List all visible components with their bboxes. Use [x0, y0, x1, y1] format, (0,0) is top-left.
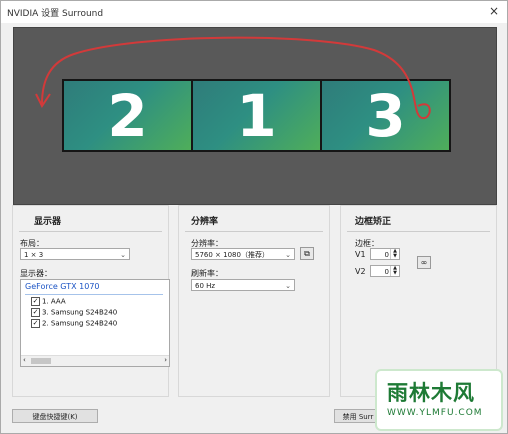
checkbox-checked-icon[interactable]: ✓	[31, 297, 40, 306]
watermark-url: WWW.YLMFU.COM	[387, 408, 483, 418]
list-item-label: 2. Samsung S24B240	[42, 319, 118, 328]
panel-title: 分辨率	[191, 217, 219, 227]
panel-title: 边框矫正	[355, 217, 392, 227]
displays-list[interactable]: GeForce GTX 1070 ✓ 1. AAA ✓ 3. Samsung S24…	[20, 279, 170, 367]
divider	[19, 231, 162, 232]
v1-value: 0	[384, 251, 389, 259]
panel-title: 显示器	[34, 217, 62, 227]
refresh-value: 60 Hz	[195, 282, 216, 290]
list-item[interactable]: ✓ 2. Samsung S24B240	[31, 319, 117, 328]
divider	[185, 231, 323, 232]
display-panel: 显示器 布局： 1 × 3 ⌄ 显示器： GeForce GTX 1070 ✓ 1…	[12, 205, 170, 397]
list-item-label: 3. Samsung S24B240	[42, 308, 118, 317]
divider	[347, 231, 490, 232]
display-preview: 2 1 3	[13, 27, 497, 205]
title-bar: NVIDIA 设置 Surround ×	[1, 1, 507, 23]
resolution-panel: 分辨率 分辨率： 5760 × 1080（推荐） ⌄ ⧉ 刷新率： 60 Hz …	[178, 205, 330, 397]
horizontal-scrollbar[interactable]: ‹ ›	[21, 355, 169, 366]
watermark-logo: 雨林木风 WWW.YLMFU.COM	[375, 369, 503, 431]
chevron-down-icon: ⌄	[120, 251, 126, 259]
surround-dialog: NVIDIA 设置 Surround × 2 1 3 显示器 布局： 1 × 3…	[0, 0, 508, 434]
link-bezel-button[interactable]: ∞	[417, 256, 431, 269]
v2-label: V2	[355, 267, 366, 276]
arrangement-arrow-icon	[35, 36, 431, 120]
list-item[interactable]: ✓ 1. AAA	[31, 297, 66, 306]
link-icon: ∞	[420, 258, 428, 267]
stepper-arrows-icon[interactable]: ▲ ▼	[390, 266, 399, 276]
refresh-label: 刷新率：	[191, 269, 223, 278]
scroll-left-icon[interactable]: ‹	[23, 356, 26, 364]
monitor-settings-icon: ⧉	[304, 249, 310, 258]
v2-value: 0	[384, 268, 389, 276]
list-item[interactable]: ✓ 3. Samsung S24B240	[31, 308, 117, 317]
v2-stepper[interactable]: 0 ▲ ▼	[370, 265, 400, 277]
refresh-select[interactable]: 60 Hz ⌄	[191, 279, 295, 291]
layout-value: 1 × 3	[24, 251, 44, 259]
v1-stepper[interactable]: 0 ▲ ▼	[370, 248, 400, 260]
chevron-down-icon: ⌄	[285, 251, 291, 259]
v1-label: V1	[355, 250, 366, 259]
chevron-down-icon: ⌄	[285, 282, 291, 290]
scroll-thumb[interactable]	[31, 358, 51, 364]
layout-select[interactable]: 1 × 3 ⌄	[20, 248, 130, 260]
resolution-select[interactable]: 5760 × 1080（推荐） ⌄	[191, 248, 295, 260]
displays-label: 显示器：	[20, 269, 52, 278]
resolution-settings-button[interactable]: ⧉	[300, 247, 314, 260]
list-item-label: 1. AAA	[42, 297, 66, 306]
window-title: NVIDIA 设置 Surround	[7, 9, 104, 19]
keyboard-shortcuts-button[interactable]: 键盘快捷键(K)	[12, 409, 98, 423]
watermark-text: 雨林木风	[387, 381, 475, 405]
gpu-name: GeForce GTX 1070	[25, 282, 163, 295]
checkbox-checked-icon[interactable]: ✓	[31, 308, 40, 317]
resolution-value: 5760 × 1080（推荐）	[195, 251, 269, 259]
scroll-right-icon[interactable]: ›	[164, 356, 167, 364]
checkbox-checked-icon[interactable]: ✓	[31, 319, 40, 328]
stepper-arrows-icon[interactable]: ▲ ▼	[390, 249, 399, 259]
close-icon[interactable]: ×	[489, 4, 499, 18]
